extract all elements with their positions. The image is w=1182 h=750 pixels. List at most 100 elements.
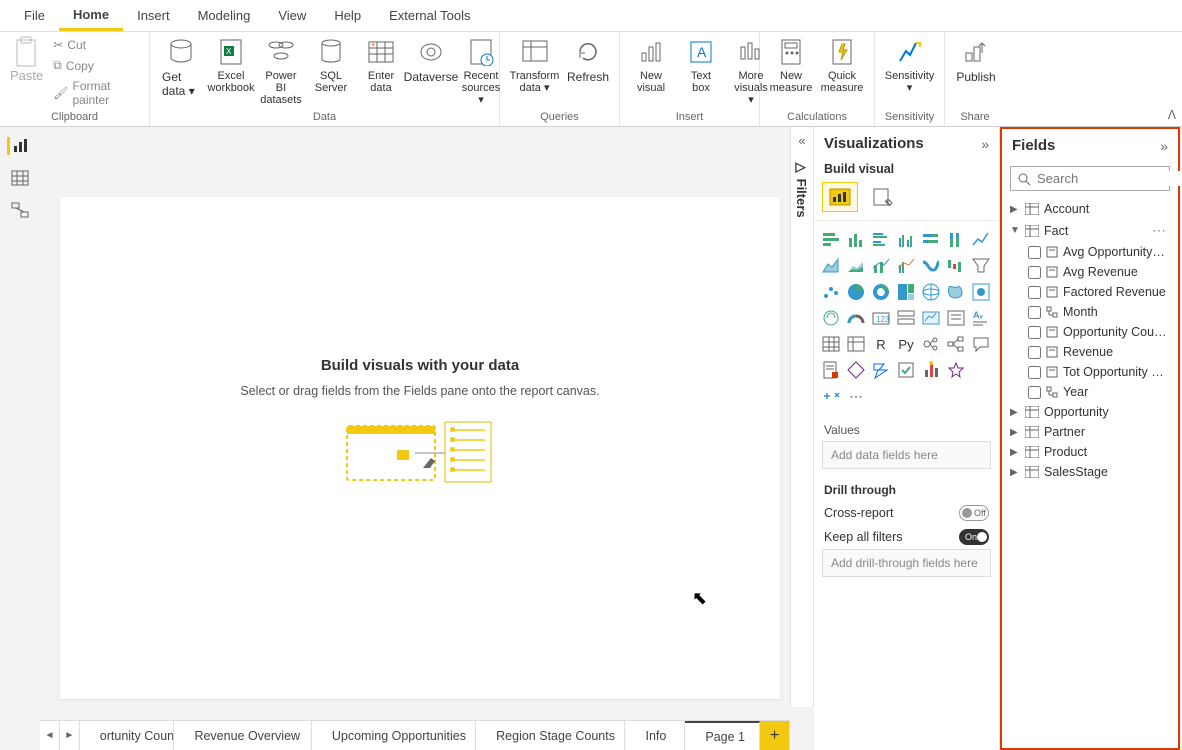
tab-opportunity-count[interactable]: ortunity Count — [80, 721, 175, 750]
viz-line-clustered-column-icon[interactable] — [895, 255, 917, 277]
model-view-button[interactable] — [9, 201, 31, 219]
recent-sources-button[interactable]: Recent sources ▾ — [456, 34, 506, 108]
viz-r-visual-icon[interactable]: R — [870, 333, 892, 355]
table-opportunity[interactable]: ▶Opportunity — [1006, 402, 1174, 422]
tab-scroll-right[interactable]: ► — [60, 721, 80, 750]
new-measure-button[interactable]: New measure — [766, 34, 816, 96]
viz-stacked-area-icon[interactable] — [845, 255, 867, 277]
table-fact[interactable]: ▼Fact⋯ — [1006, 219, 1174, 242]
menu-help[interactable]: Help — [320, 2, 375, 29]
menu-home[interactable]: Home — [59, 1, 123, 31]
refresh-button[interactable]: Refresh — [563, 34, 613, 86]
viz-area-icon[interactable] — [820, 255, 842, 277]
viz-donut-icon[interactable] — [870, 281, 892, 303]
viz-100-stacked-bar-icon[interactable] — [920, 229, 942, 251]
fields-search[interactable] — [1010, 166, 1170, 191]
excel-workbook-button[interactable]: XExcel workbook — [206, 34, 256, 96]
viz-paginated-icon[interactable] — [820, 359, 842, 381]
table-salesstage[interactable]: ▶SalesStage — [1006, 462, 1174, 482]
viz-100-stacked-column-icon[interactable] — [945, 229, 967, 251]
viz-stacked-bar-icon[interactable] — [820, 229, 842, 251]
viz-funnel-icon[interactable] — [970, 255, 992, 277]
table-account[interactable]: ▶Account — [1006, 199, 1174, 219]
values-well[interactable]: Add data fields here — [822, 441, 991, 469]
viz-multi-row-card-icon[interactable] — [895, 307, 917, 329]
dataverse-button[interactable]: Dataverse — [406, 34, 456, 86]
checkbox[interactable] — [1028, 366, 1041, 379]
viz-custom-icon[interactable] — [820, 385, 842, 407]
checkbox[interactable] — [1028, 266, 1041, 279]
viz-scatter-icon[interactable] — [820, 281, 842, 303]
viz-power-automate-icon[interactable] — [870, 359, 892, 381]
field-revenue[interactable]: Revenue — [1006, 342, 1174, 362]
viz-ribbon-icon[interactable] — [920, 255, 942, 277]
checkbox[interactable] — [1028, 306, 1041, 319]
viz-smart-narrative-icon[interactable]: Aᵥ — [970, 307, 992, 329]
table-product[interactable]: ▶Product — [1006, 442, 1174, 462]
tab-scroll-left[interactable]: ◄ — [40, 721, 60, 750]
checkbox[interactable] — [1028, 326, 1041, 339]
viz-gauge-icon[interactable] — [845, 307, 867, 329]
field-avg-revenue[interactable]: Avg Revenue — [1006, 262, 1174, 282]
new-visual-button[interactable]: New visual — [626, 34, 676, 96]
checkbox[interactable] — [1028, 246, 1041, 259]
viz-py-visual-icon[interactable]: Py — [895, 333, 917, 355]
viz-stacked-column-icon[interactable] — [845, 229, 867, 251]
tab-region-stage-counts[interactable]: Region Stage Counts — [476, 721, 625, 750]
viz-treemap-icon[interactable] — [895, 281, 917, 303]
checkbox[interactable] — [1028, 386, 1041, 399]
tab-info[interactable]: Info — [625, 721, 685, 750]
format-painter-button[interactable]: 🖌Format painter — [49, 77, 141, 109]
viz-slicer-icon[interactable] — [945, 307, 967, 329]
viz-filled-map-icon[interactable] — [945, 281, 967, 303]
fact-more-button[interactable]: ⋯ — [1152, 222, 1170, 239]
publish-button[interactable]: Publish — [951, 34, 1001, 86]
sql-server-button[interactable]: SQL Server — [306, 34, 356, 96]
viz-waterfall-icon[interactable] — [945, 255, 967, 277]
viz-anomaly-icon[interactable] — [920, 359, 942, 381]
cut-button[interactable]: ✂Cut — [49, 36, 141, 54]
quick-measure-button[interactable]: Quick measure — [816, 34, 868, 96]
viz-get-more-icon[interactable] — [945, 359, 967, 381]
viz-azure-map-icon[interactable] — [970, 281, 992, 303]
tab-revenue-overview[interactable]: Revenue Overview — [174, 721, 311, 750]
sensitivity-button[interactable]: Sensitivity▾ — [881, 34, 938, 96]
viz-decomposition-tree-icon[interactable] — [945, 333, 967, 355]
build-tab-visual[interactable] — [822, 182, 858, 212]
cross-report-toggle[interactable]: Off — [959, 505, 989, 521]
add-page-button[interactable]: + — [760, 721, 790, 750]
enter-data-button[interactable]: +Enter data — [356, 34, 406, 96]
report-canvas[interactable]: Build visuals with your data Select or d… — [60, 197, 780, 699]
ribbon-collapse-button[interactable]: ᐱ — [1168, 108, 1176, 122]
viz-shape-map-icon[interactable] — [820, 307, 842, 329]
report-view-button[interactable] — [7, 137, 29, 155]
menu-modeling[interactable]: Modeling — [184, 2, 265, 29]
paste-button[interactable]: Paste — [6, 34, 47, 85]
viz-line-icon[interactable] — [970, 229, 992, 251]
field-month[interactable]: Month — [1006, 302, 1174, 322]
viz-more-options[interactable]: ⋯ — [845, 385, 867, 407]
viz-scorecard-icon[interactable] — [895, 359, 917, 381]
menu-view[interactable]: View — [264, 2, 320, 29]
visualizations-collapse-button[interactable]: » — [981, 136, 989, 152]
viz-table-icon[interactable] — [820, 333, 842, 355]
table-partner[interactable]: ▶Partner — [1006, 422, 1174, 442]
tab-upcoming-opportunities[interactable]: Upcoming Opportunities — [312, 721, 476, 750]
viz-matrix-icon[interactable] — [845, 333, 867, 355]
viz-kpi-icon[interactable] — [920, 307, 942, 329]
checkbox[interactable] — [1028, 286, 1041, 299]
viz-clustered-column-icon[interactable] — [895, 229, 917, 251]
viz-pie-icon[interactable] — [845, 281, 867, 303]
drill-through-well[interactable]: Add drill-through fields here — [822, 549, 991, 577]
keep-filters-toggle[interactable]: On — [959, 529, 989, 545]
viz-qna-icon[interactable] — [970, 333, 992, 355]
data-view-button[interactable] — [9, 169, 31, 187]
field-year[interactable]: Year — [1006, 382, 1174, 402]
powerbi-datasets-button[interactable]: Power BI datasets — [256, 34, 306, 108]
viz-line-stacked-column-icon[interactable] — [870, 255, 892, 277]
viz-map-icon[interactable] — [920, 281, 942, 303]
field-tot-opportunity[interactable]: Tot Opportunity … — [1006, 362, 1174, 382]
field-avg-opportunity[interactable]: Avg Opportunity… — [1006, 242, 1174, 262]
checkbox[interactable] — [1028, 346, 1041, 359]
menu-external-tools[interactable]: External Tools — [375, 2, 484, 29]
